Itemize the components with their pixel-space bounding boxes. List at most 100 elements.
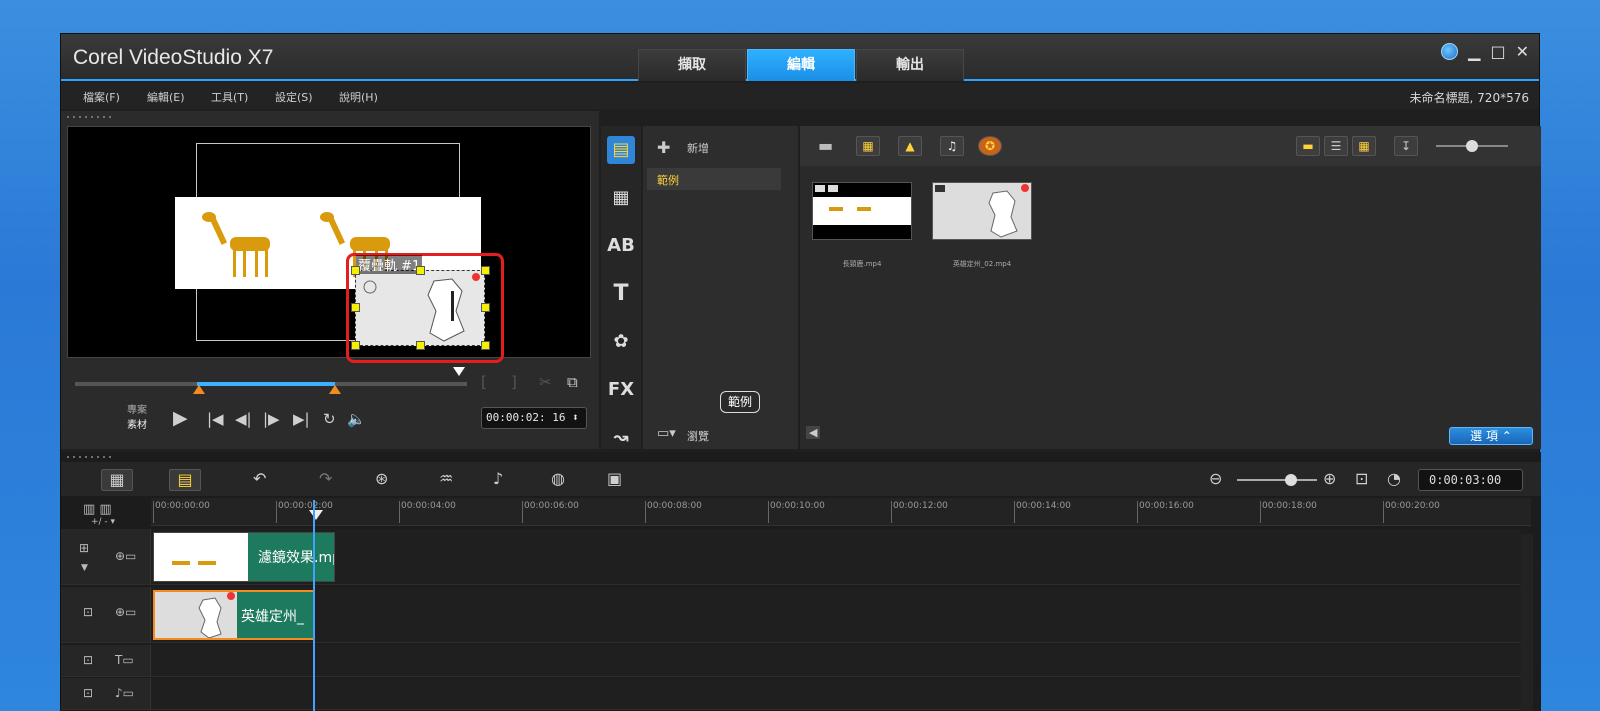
track-toggle-icon[interactable]: ⊞: [79, 541, 89, 555]
thumbnail-view-icon[interactable]: ▬: [1296, 136, 1320, 156]
mark-in-icon[interactable]: [: [481, 373, 487, 391]
timeline-scrollbar[interactable]: [1521, 534, 1533, 711]
mark-out-handle[interactable]: [329, 385, 341, 394]
globe-icon[interactable]: [1441, 43, 1459, 60]
transition-icon[interactable]: AB: [607, 232, 635, 260]
timeline-view-icon[interactable]: ▤: [169, 469, 201, 491]
mark-in-handle[interactable]: [193, 385, 205, 394]
scrubber-handle[interactable]: [453, 367, 465, 376]
track-toggle-icon[interactable]: ⊡: [83, 605, 93, 619]
preview-screen[interactable]: 覆疊軌 #1: [67, 126, 591, 363]
timeline-clip[interactable]: 英雄定州_: [153, 590, 315, 640]
browse-button[interactable]: 瀏覽: [687, 428, 709, 444]
track-expand-icon[interactable]: ▼: [81, 563, 88, 573]
end-icon[interactable]: ▶|: [293, 410, 310, 428]
menu-file[interactable]: 檔案(F): [83, 89, 120, 105]
record-capture-icon[interactable]: ⊛: [375, 469, 388, 488]
preview-timecode[interactable]: 00:00:02: 16 ⬍: [481, 407, 587, 429]
track-plusminus[interactable]: +/ - ▾: [91, 517, 115, 527]
motion-tracking-icon[interactable]: ◍: [551, 469, 565, 488]
folder-item-sample[interactable]: 範例: [647, 168, 781, 190]
zoom-slider[interactable]: [1237, 479, 1317, 481]
resize-handle[interactable]: [416, 341, 425, 350]
media-icon[interactable]: ▤: [607, 136, 635, 164]
resize-handle[interactable]: [481, 303, 490, 312]
library-thumbnail[interactable]: [812, 182, 912, 240]
title-bar: Corel VideoStudio X7 擷取 編輯 輸出 ▁ □ ✕: [61, 34, 1539, 81]
add-folder-button[interactable]: 新增: [687, 140, 709, 156]
fit-project-icon[interactable]: ⊡: [1355, 469, 1368, 488]
instant-project-icon[interactable]: ▦: [607, 184, 635, 212]
storyboard-view-icon[interactable]: ▦: [101, 469, 133, 491]
auto-music-icon[interactable]: ♪: [493, 469, 503, 488]
redo-icon[interactable]: ↷: [319, 469, 332, 488]
browse-icon[interactable]: ▭▾: [657, 426, 676, 441]
title-icon[interactable]: T: [607, 280, 635, 308]
resize-handle[interactable]: [351, 266, 360, 275]
show-audio-icon[interactable]: ♫: [940, 136, 964, 156]
timeline-playhead-line: [313, 500, 315, 711]
tab-capture[interactable]: 擷取: [638, 49, 746, 81]
timeline-playhead-handle[interactable]: [309, 510, 323, 520]
minimize-icon[interactable]: ▁: [1468, 42, 1480, 61]
resize-handle[interactable]: [351, 303, 360, 312]
resize-handle[interactable]: [351, 341, 360, 350]
zoom-out-icon[interactable]: ⊖: [1209, 469, 1222, 488]
maximize-icon[interactable]: □: [1490, 42, 1505, 61]
previous-frame-icon[interactable]: ◀|: [235, 410, 252, 428]
sort-icon[interactable]: ✪: [978, 136, 1002, 156]
cut-icon[interactable]: ✂: [539, 373, 552, 391]
menu-help[interactable]: 說明(H): [339, 89, 378, 105]
overlay-clip-preview[interactable]: [355, 270, 485, 346]
panel-grip[interactable]: [65, 114, 115, 120]
sound-mixer-icon[interactable]: ♒: [439, 469, 453, 488]
menu-settings[interactable]: 設定(S): [275, 89, 313, 105]
track-toggle-icon[interactable]: ⊡: [83, 653, 93, 667]
timecode-stepper[interactable]: ⬍: [572, 411, 579, 424]
graphic-icon[interactable]: ✿: [607, 328, 635, 356]
grid-view-icon[interactable]: ▦: [1352, 136, 1376, 156]
zoom-in-icon[interactable]: ⊕: [1323, 469, 1336, 488]
project-duration[interactable]: 0:00:03:00: [1418, 469, 1523, 491]
home-icon[interactable]: |◀: [207, 410, 224, 428]
tab-share[interactable]: 輸出: [856, 49, 964, 81]
repeat-icon[interactable]: ↻: [323, 410, 336, 428]
sort-order-icon[interactable]: ↧: [1394, 136, 1418, 156]
next-frame-icon[interactable]: |▶: [263, 410, 280, 428]
zoom-slider-knob[interactable]: [1285, 474, 1297, 486]
library-main: ▬ ▦ ▲ ♫ ✪ ▬ ☰ ▦ ↧ 長頸鹿.mp4 英雄定州_02.mp4 ◀ …: [800, 126, 1541, 449]
options-button[interactable]: 選 項 ⌃: [1449, 427, 1533, 445]
mark-out-icon[interactable]: ]: [511, 373, 517, 391]
time-ruler[interactable]: 00:00:00:00 00:00:02:00 00:00:04:00 00:0…: [151, 498, 1531, 526]
close-icon[interactable]: ✕: [1516, 42, 1529, 61]
show-videos-icon[interactable]: ▦: [856, 136, 880, 156]
resize-handle[interactable]: [416, 266, 425, 275]
timeline-clip[interactable]: 濾鏡效果.mp: [153, 532, 335, 582]
list-view-icon[interactable]: ☰: [1324, 136, 1348, 156]
show-photos-icon[interactable]: ▲: [898, 136, 922, 156]
enlarge-icon[interactable]: ⧉: [567, 373, 578, 391]
clip-thumbnail: [155, 592, 237, 638]
tab-edit[interactable]: 編輯: [747, 49, 855, 81]
menu-tools[interactable]: 工具(T): [211, 89, 248, 105]
resize-handle[interactable]: [481, 341, 490, 350]
mode-clip[interactable]: 素材: [127, 416, 147, 431]
subtitle-editor-icon[interactable]: ▣: [607, 469, 622, 488]
panel-grip[interactable]: [65, 454, 115, 460]
undo-icon[interactable]: ↶: [253, 469, 266, 488]
track-manager-icon[interactable]: ▥ ▥: [83, 502, 112, 517]
collapse-left-icon[interactable]: ◀: [806, 426, 821, 439]
volume-icon[interactable]: 🔈: [347, 410, 366, 428]
thumbnail-size-slider-knob[interactable]: [1466, 140, 1478, 152]
mode-project[interactable]: 專案: [127, 401, 147, 416]
menu-edit[interactable]: 編輯(E): [147, 89, 185, 105]
track-toggle-icon[interactable]: ⊡: [83, 686, 93, 700]
add-icon[interactable]: ✚: [657, 138, 670, 157]
ruler-tick: 00:00:14:00: [1014, 501, 1071, 523]
filter-icon[interactable]: FX: [607, 376, 635, 404]
folder-icon[interactable]: ▬: [818, 136, 833, 155]
play-icon[interactable]: ▶: [173, 407, 188, 429]
library-thumbnail[interactable]: [932, 182, 1032, 240]
path-icon[interactable]: ↝: [607, 424, 635, 452]
resize-handle[interactable]: [481, 266, 490, 275]
